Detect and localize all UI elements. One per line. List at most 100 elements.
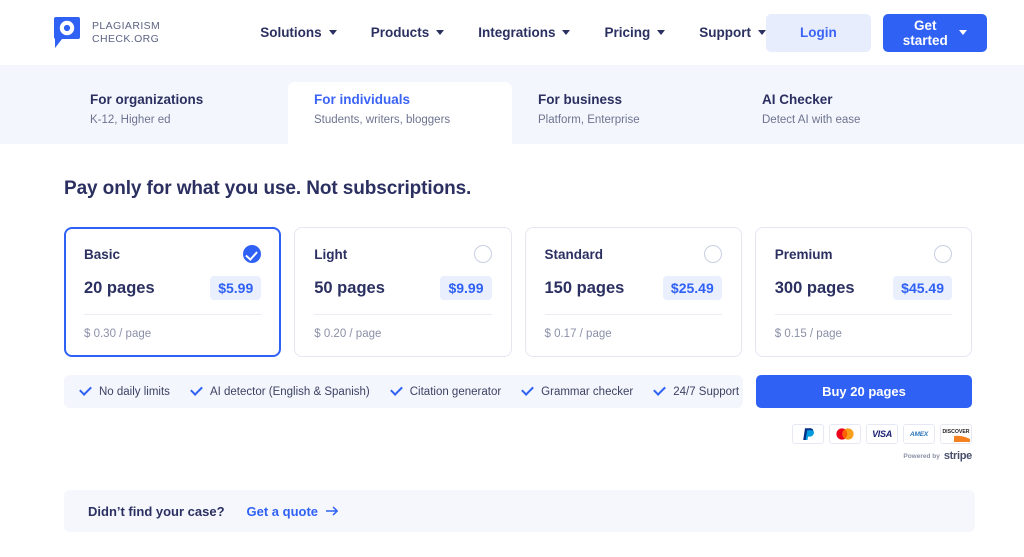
checkout-column: Buy 20 pages VISA AMEX DISCOVER Powered … xyxy=(756,375,972,462)
feature-item: Grammar checker xyxy=(521,383,634,398)
feature-label: 24/7 Support xyxy=(673,385,740,398)
plan-unit-price: $ 0.17 / page xyxy=(544,328,612,340)
nav-item-label: Pricing xyxy=(604,25,651,40)
powered-by-label: Powered by xyxy=(903,452,940,460)
tab-subtitle: Platform, Enterprise xyxy=(538,114,640,126)
check-icon xyxy=(653,383,667,396)
plan-unit-price: $ 0.30 / page xyxy=(84,328,152,340)
feature-item: No daily limits xyxy=(79,383,170,398)
quote-prompt: Didn’t find your case? xyxy=(88,503,225,519)
plan-name: Light xyxy=(314,246,348,262)
buy-button[interactable]: Buy 20 pages xyxy=(756,375,972,408)
features-and-checkout: No daily limits AI detector (English & S… xyxy=(64,375,972,462)
chevron-down-icon xyxy=(328,30,337,35)
plagiarismcheck-logo-icon xyxy=(52,16,82,50)
plan-card-light[interactable]: Light 50 pages $9.99 $ 0.20 / page xyxy=(294,227,512,357)
nav-item-integrations[interactable]: Integrations xyxy=(478,25,571,40)
nav-item-label: Solutions xyxy=(260,25,322,40)
check-circle-icon[interactable] xyxy=(243,245,262,263)
plan-unit-price: $ 0.20 / page xyxy=(314,328,382,340)
feature-label: No daily limits xyxy=(99,385,170,398)
nav-item-label: Integrations xyxy=(478,25,556,40)
plan-name: Premium xyxy=(774,246,833,262)
radio-circle-icon[interactable] xyxy=(703,245,722,263)
visa-icon: VISA xyxy=(866,424,898,444)
nav-item-products[interactable]: Products xyxy=(371,25,445,40)
plan-price: $5.99 xyxy=(210,276,262,300)
feature-item: Citation generator xyxy=(389,383,502,398)
feature-label: AI detector (English & Spanish) xyxy=(209,385,370,398)
check-icon xyxy=(521,383,535,396)
get-started-button[interactable]: Get started xyxy=(882,13,987,52)
login-button[interactable]: Login xyxy=(765,13,871,52)
plan-pages: 50 pages xyxy=(314,278,385,297)
plan-card-body: 150 pages $25.49 xyxy=(544,276,722,315)
tab-title: For organizations xyxy=(90,92,204,107)
tab-subtitle: Detect AI with ease xyxy=(762,114,861,126)
svg-text:DISCOVER: DISCOVER xyxy=(942,429,969,435)
feature-label: Grammar checker xyxy=(541,385,634,398)
check-icon xyxy=(190,383,203,396)
tab-ai-checker[interactable]: AI Checker Detect AI with ease xyxy=(736,82,960,144)
check-icon xyxy=(389,383,403,396)
features-list: No daily limits AI detector (English & S… xyxy=(64,375,743,408)
chevron-down-icon xyxy=(562,30,571,35)
radio-circle-icon[interactable] xyxy=(934,245,952,263)
tab-for-individuals[interactable]: For individuals Students, writers, blogg… xyxy=(288,82,512,144)
tab-title: AI Checker xyxy=(762,92,833,107)
logo-text: PLAGIARISM CHECK.ORG xyxy=(92,20,160,45)
amex-icon: AMEX xyxy=(903,424,935,444)
plan-card-body: 300 pages $45.49 xyxy=(774,276,952,315)
stripe-badge: Powered by stripe xyxy=(756,450,972,462)
get-a-quote-link[interactable]: Get a quote xyxy=(247,504,340,519)
plan-unit-price: $ 0.15 / page xyxy=(774,328,842,340)
plan-name: Standard xyxy=(544,246,604,262)
nav-item-pricing[interactable]: Pricing xyxy=(604,25,666,40)
plan-card-premium[interactable]: Premium 300 pages $45.49 $ 0.15 / page xyxy=(754,227,972,357)
plan-name: Basic xyxy=(84,246,121,262)
nav-item-support[interactable]: Support xyxy=(699,25,766,40)
plan-pages: 150 pages xyxy=(544,278,625,297)
plan-card-basic[interactable]: Basic 20 pages $5.99 $ 0.30 / page xyxy=(64,227,282,357)
tab-title: For individuals xyxy=(314,92,411,107)
tab-subtitle: Students, writers, bloggers xyxy=(314,114,451,126)
plan-card-header: Premium xyxy=(775,245,952,263)
chevron-down-icon xyxy=(757,30,766,35)
plan-card-body: 50 pages $9.99 xyxy=(314,276,492,315)
tab-for-business[interactable]: For business Platform, Enterprise xyxy=(512,82,736,144)
plan-pages: 20 pages xyxy=(84,278,155,297)
page-title: Pay only for what you use. Not subscript… xyxy=(64,178,472,199)
chevron-down-icon xyxy=(958,30,967,35)
chevron-down-icon xyxy=(657,30,666,35)
plan-card-standard[interactable]: Standard 150 pages $25.49 $ 0.17 / page xyxy=(524,227,742,357)
feature-label: Citation generator xyxy=(409,385,502,398)
plan-card-header: Basic xyxy=(84,245,262,263)
plan-price: $25.49 xyxy=(662,276,722,300)
audience-tabs: For organizations K-12, Higher ed For in… xyxy=(0,65,1024,144)
nav-item-label: Products xyxy=(370,25,430,40)
nav-item-solutions[interactable]: Solutions xyxy=(260,25,337,40)
stripe-label: stripe xyxy=(943,450,972,462)
get-quote-bar: Didn’t find your case? Get a quote xyxy=(64,490,975,532)
feature-item: AI detector (English & Spanish) xyxy=(190,383,370,398)
site-header: PLAGIARISM CHECK.ORG Solutions Products … xyxy=(0,0,1024,65)
arrow-right-icon xyxy=(326,506,338,516)
tab-subtitle: K-12, Higher ed xyxy=(90,114,171,126)
plan-pages: 300 pages xyxy=(774,278,855,297)
header-actions: Login Get started xyxy=(765,13,987,52)
mastercard-icon xyxy=(829,424,861,444)
logo[interactable]: PLAGIARISM CHECK.ORG xyxy=(52,16,160,50)
pricing-section: Pay only for what you use. Not subscript… xyxy=(0,178,1024,532)
feature-item: 24/7 Support xyxy=(653,383,740,398)
plan-price: $9.99 xyxy=(440,276,492,300)
chevron-down-icon xyxy=(436,30,445,35)
radio-circle-icon[interactable] xyxy=(473,245,492,263)
logo-line-1: PLAGIARISM xyxy=(92,20,161,32)
plan-card-body: 20 pages $5.99 xyxy=(84,276,262,315)
get-started-label: Get started xyxy=(902,17,948,48)
tab-title: For business xyxy=(538,92,623,107)
primary-nav: Solutions Products Integrations Pricing … xyxy=(260,25,766,40)
get-a-quote-label: Get a quote xyxy=(246,503,319,519)
check-icon xyxy=(79,383,92,396)
tab-for-organizations[interactable]: For organizations K-12, Higher ed xyxy=(64,82,288,144)
